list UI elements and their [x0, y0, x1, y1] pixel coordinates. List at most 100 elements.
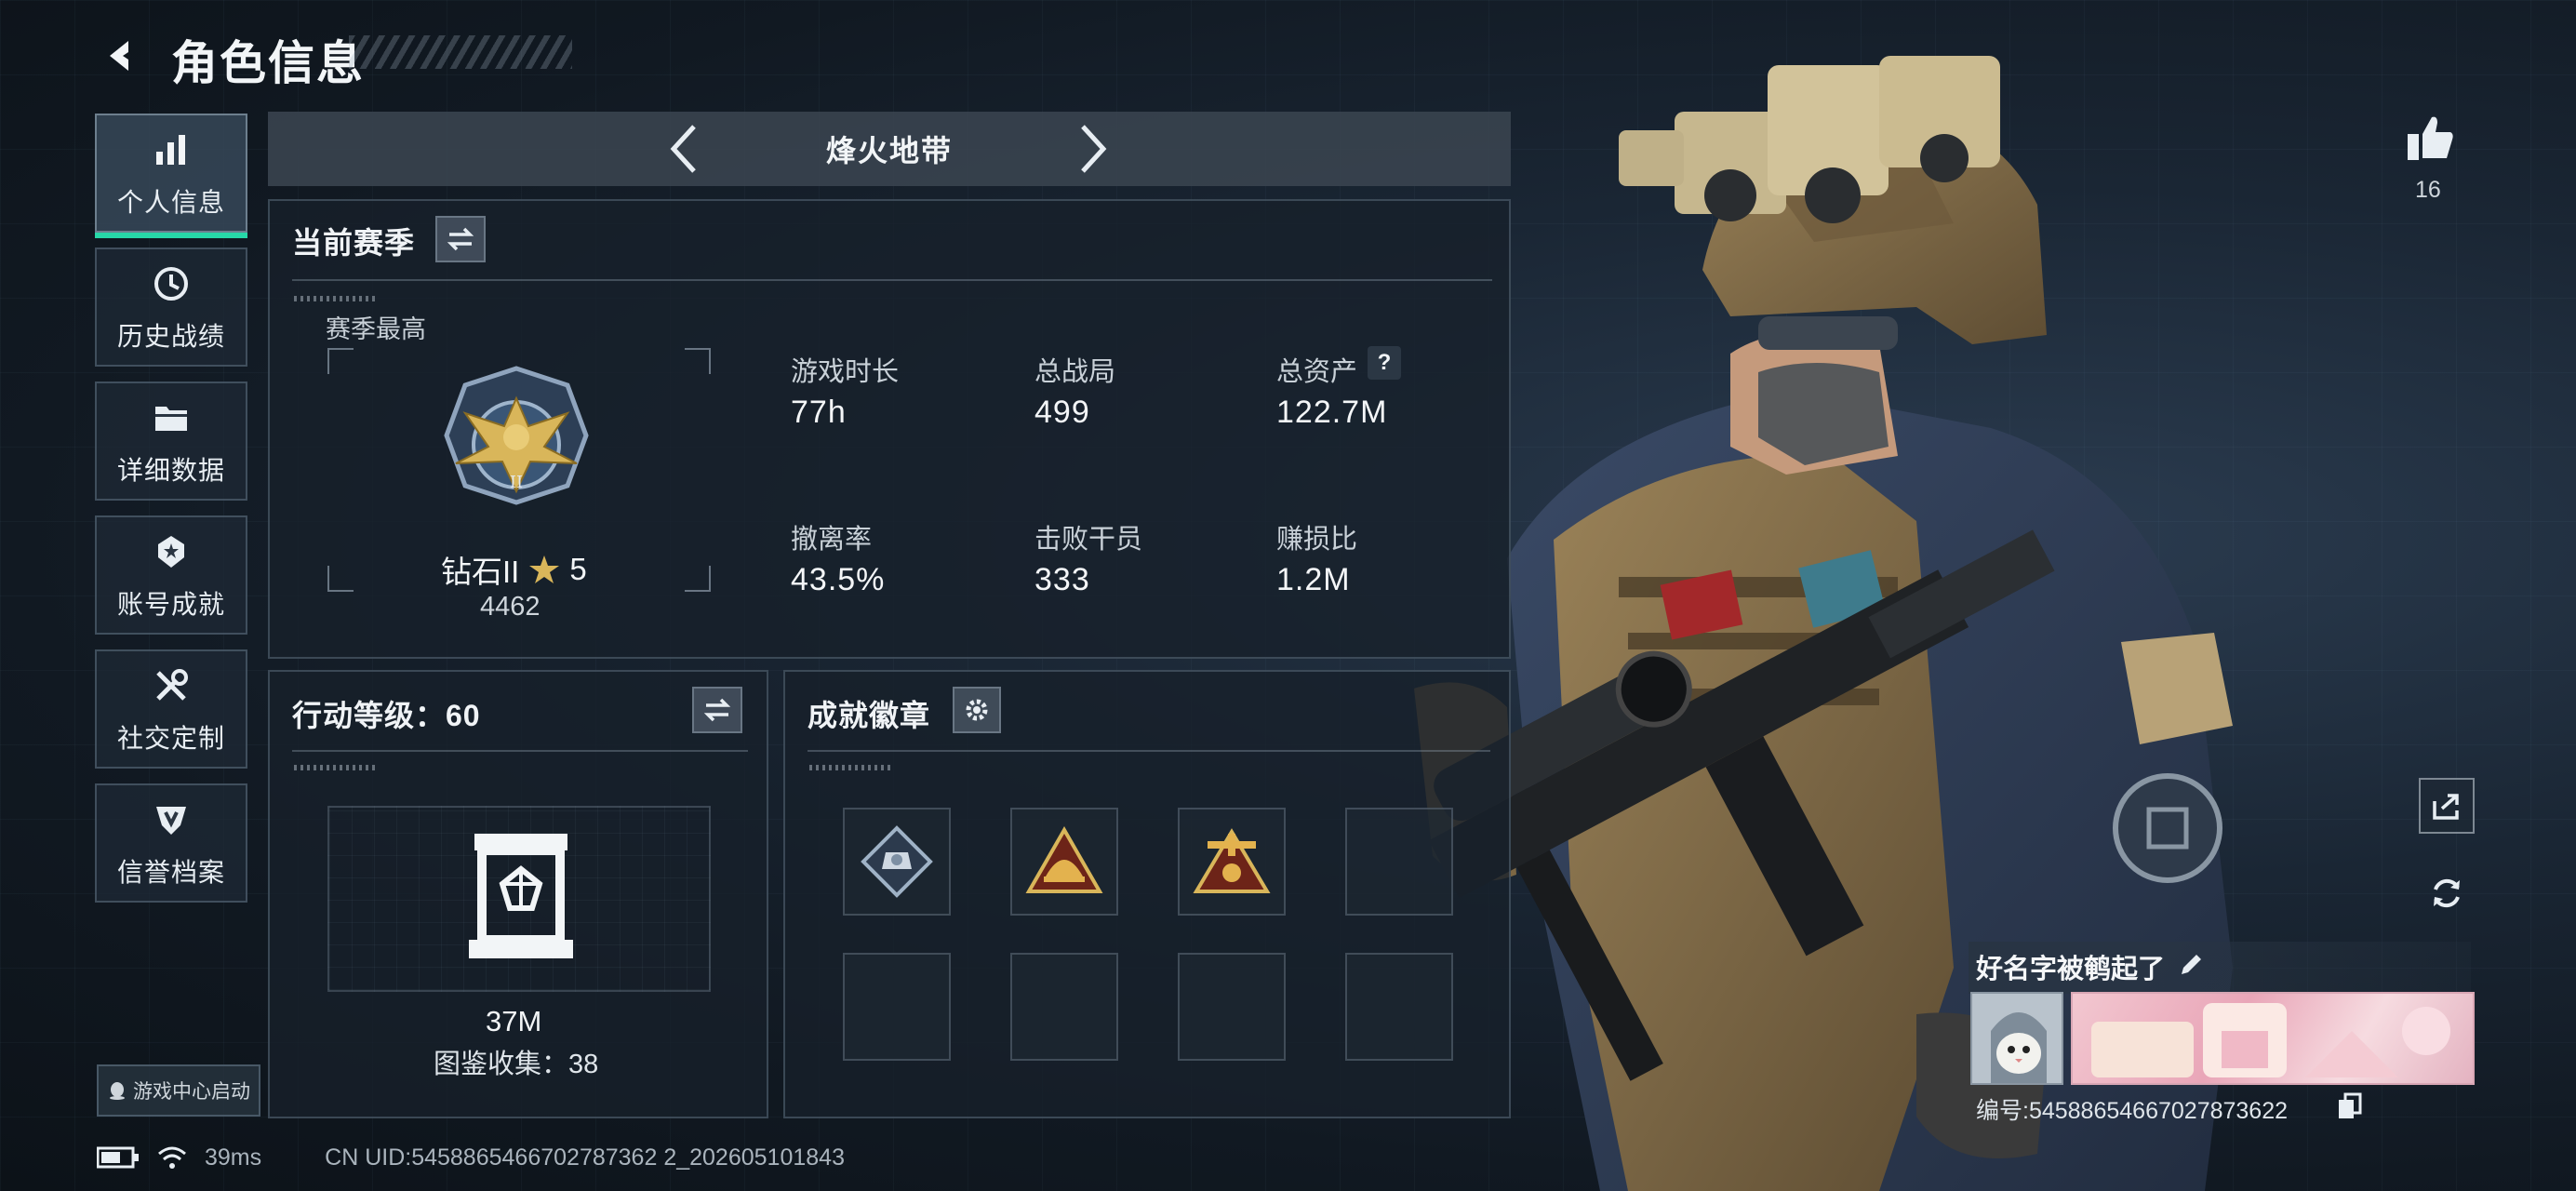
badge-slot-empty[interactable]	[1178, 953, 1286, 1061]
action-level-switch-button[interactable]	[692, 687, 742, 733]
folder-icon	[148, 395, 194, 441]
back-button[interactable]	[97, 32, 145, 80]
stat-value-playtime: 77h	[791, 395, 847, 430]
refresh-button[interactable]	[2419, 865, 2475, 921]
achievement-icon	[148, 529, 194, 575]
badge-slot-empty[interactable]	[1345, 953, 1453, 1061]
chevron-left-icon	[670, 125, 696, 173]
stat-label-playtime: 游戏时长	[791, 357, 900, 387]
sidebar-item-history[interactable]: 历史战绩	[95, 248, 247, 367]
copy-id-button[interactable]	[2337, 1092, 2365, 1122]
action-level-divider	[292, 750, 748, 752]
cat-avatar-icon	[1972, 994, 2062, 1083]
sidebar-item-label: 社交定制	[116, 724, 225, 753]
mode-title: 烽火地带	[825, 134, 953, 167]
battery-icon	[97, 1146, 139, 1169]
sidebar-item-label: 个人信息	[116, 188, 225, 217]
sidebar-item-personal-info[interactable]: 个人信息	[95, 114, 247, 238]
avatar[interactable]	[1970, 992, 2063, 1085]
helmet-badge-icon	[1025, 825, 1103, 893]
qq-penguin-icon	[110, 1082, 125, 1100]
stat-value-operators-defeated: 333	[1034, 562, 1090, 597]
diamond-badge-icon	[861, 825, 933, 898]
like-button[interactable]	[2400, 108, 2460, 167]
player-name: 好名字被鹌起了	[1976, 955, 2166, 984]
help-button[interactable]: ?	[1368, 346, 1401, 380]
profile-banner[interactable]	[2071, 992, 2475, 1085]
season-title: 当前赛季	[292, 226, 416, 260]
uid-text: CN UID:5458865466702787362 2_20260510184…	[325, 1144, 845, 1171]
wifi-icon	[158, 1146, 186, 1169]
stat-label-extraction-rate: 撤离率	[791, 525, 873, 555]
rank-stars: 5	[569, 552, 587, 586]
chevron-right-icon	[1081, 125, 1107, 173]
sidebar-item-label: 历史战绩	[116, 322, 225, 351]
stat-label-total-matches: 总战局	[1034, 357, 1116, 387]
sidebar-item-label: 账号成就	[116, 590, 225, 619]
season-switch-button[interactable]	[435, 216, 486, 262]
sidebar-item-detailed-data[interactable]: 详细数据	[95, 381, 247, 501]
ping-value: 39ms	[205, 1144, 262, 1171]
cake-banner-icon	[2091, 1003, 2450, 1077]
frame-corner	[327, 566, 354, 592]
season-divider	[292, 279, 1492, 281]
tools-icon	[148, 662, 194, 709]
frame-corner	[685, 348, 711, 374]
history-icon	[148, 261, 194, 307]
like-count: 16	[2415, 177, 2441, 203]
swap-icon	[447, 227, 474, 251]
badge-slot-empty[interactable]	[843, 953, 951, 1061]
title-decoration	[349, 35, 572, 69]
crest-badge-icon	[1193, 828, 1271, 893]
status-bar: 39ms CN UID:5458865466702787362 2_202605…	[97, 1137, 845, 1178]
stat-value-total-matches: 499	[1034, 395, 1090, 430]
rank-emblem-icon: II	[444, 366, 589, 505]
badge-slot[interactable]	[1178, 808, 1286, 916]
stat-value-total-assets: 122.7M	[1276, 395, 1388, 430]
collection-count: 图鉴收集：38	[434, 1050, 599, 1079]
thumbs-up-icon	[2408, 116, 2453, 160]
refresh-icon	[2434, 878, 2460, 908]
stat-label-total-assets: 总资产	[1276, 357, 1358, 387]
bar-chart-icon	[148, 127, 194, 173]
mode-next-button[interactable]	[1068, 123, 1120, 175]
decor-dots	[294, 765, 378, 770]
collection-case-icon	[469, 834, 573, 958]
rank-name: 钻石II	[441, 555, 520, 589]
swap-icon	[703, 698, 731, 722]
stat-value-profit-loss: 1.2M	[1276, 562, 1351, 597]
mode-selector: 烽火地带	[268, 112, 1511, 186]
svg-text:II: II	[510, 473, 523, 492]
back-arrow-icon	[110, 41, 128, 71]
player-id: 编号:5458865466702787362​2	[1976, 1098, 2289, 1124]
rank-score: 4462	[480, 592, 541, 622]
rank-row: 钻石II 5	[441, 547, 587, 592]
action-level-value: 37M	[486, 1005, 542, 1037]
sidebar-item-label: 信誉档案	[116, 858, 225, 887]
mode-prev-button[interactable]	[657, 123, 709, 175]
badge-slot-empty[interactable]	[1010, 953, 1118, 1061]
shield-icon	[148, 796, 194, 843]
sidebar-item-achievements[interactable]: 账号成就	[95, 515, 247, 635]
badge-slot[interactable]	[1010, 808, 1118, 916]
share-icon	[2433, 794, 2459, 820]
stat-label-profit-loss: 赚损比	[1276, 525, 1358, 555]
badge-slot[interactable]	[843, 808, 951, 916]
share-button[interactable]	[2419, 778, 2475, 834]
badge-slot-empty[interactable]	[1345, 808, 1453, 916]
game-center-launch-button[interactable]: 游戏中心启动	[97, 1064, 260, 1117]
frame-corner	[685, 566, 711, 592]
sidebar-item-social-custom[interactable]: 社交定制	[95, 649, 247, 769]
sidebar-item-reputation[interactable]: 信誉档案	[95, 783, 247, 903]
frame-corner	[327, 348, 354, 374]
game-center-label: 游戏中心启动	[133, 1081, 250, 1103]
achievements-title: 成就徽章	[808, 699, 931, 732]
achievements-divider	[808, 750, 1490, 752]
achievements-settings-button[interactable]	[953, 687, 1001, 733]
decor-dots	[294, 296, 378, 301]
stat-label-operators-defeated: 击败干员	[1034, 525, 1143, 555]
edit-name-button[interactable]	[2175, 949, 2207, 981]
gear-icon	[966, 699, 988, 721]
decor-dots	[809, 765, 893, 770]
stat-value-extraction-rate: 43.5%	[791, 562, 886, 597]
